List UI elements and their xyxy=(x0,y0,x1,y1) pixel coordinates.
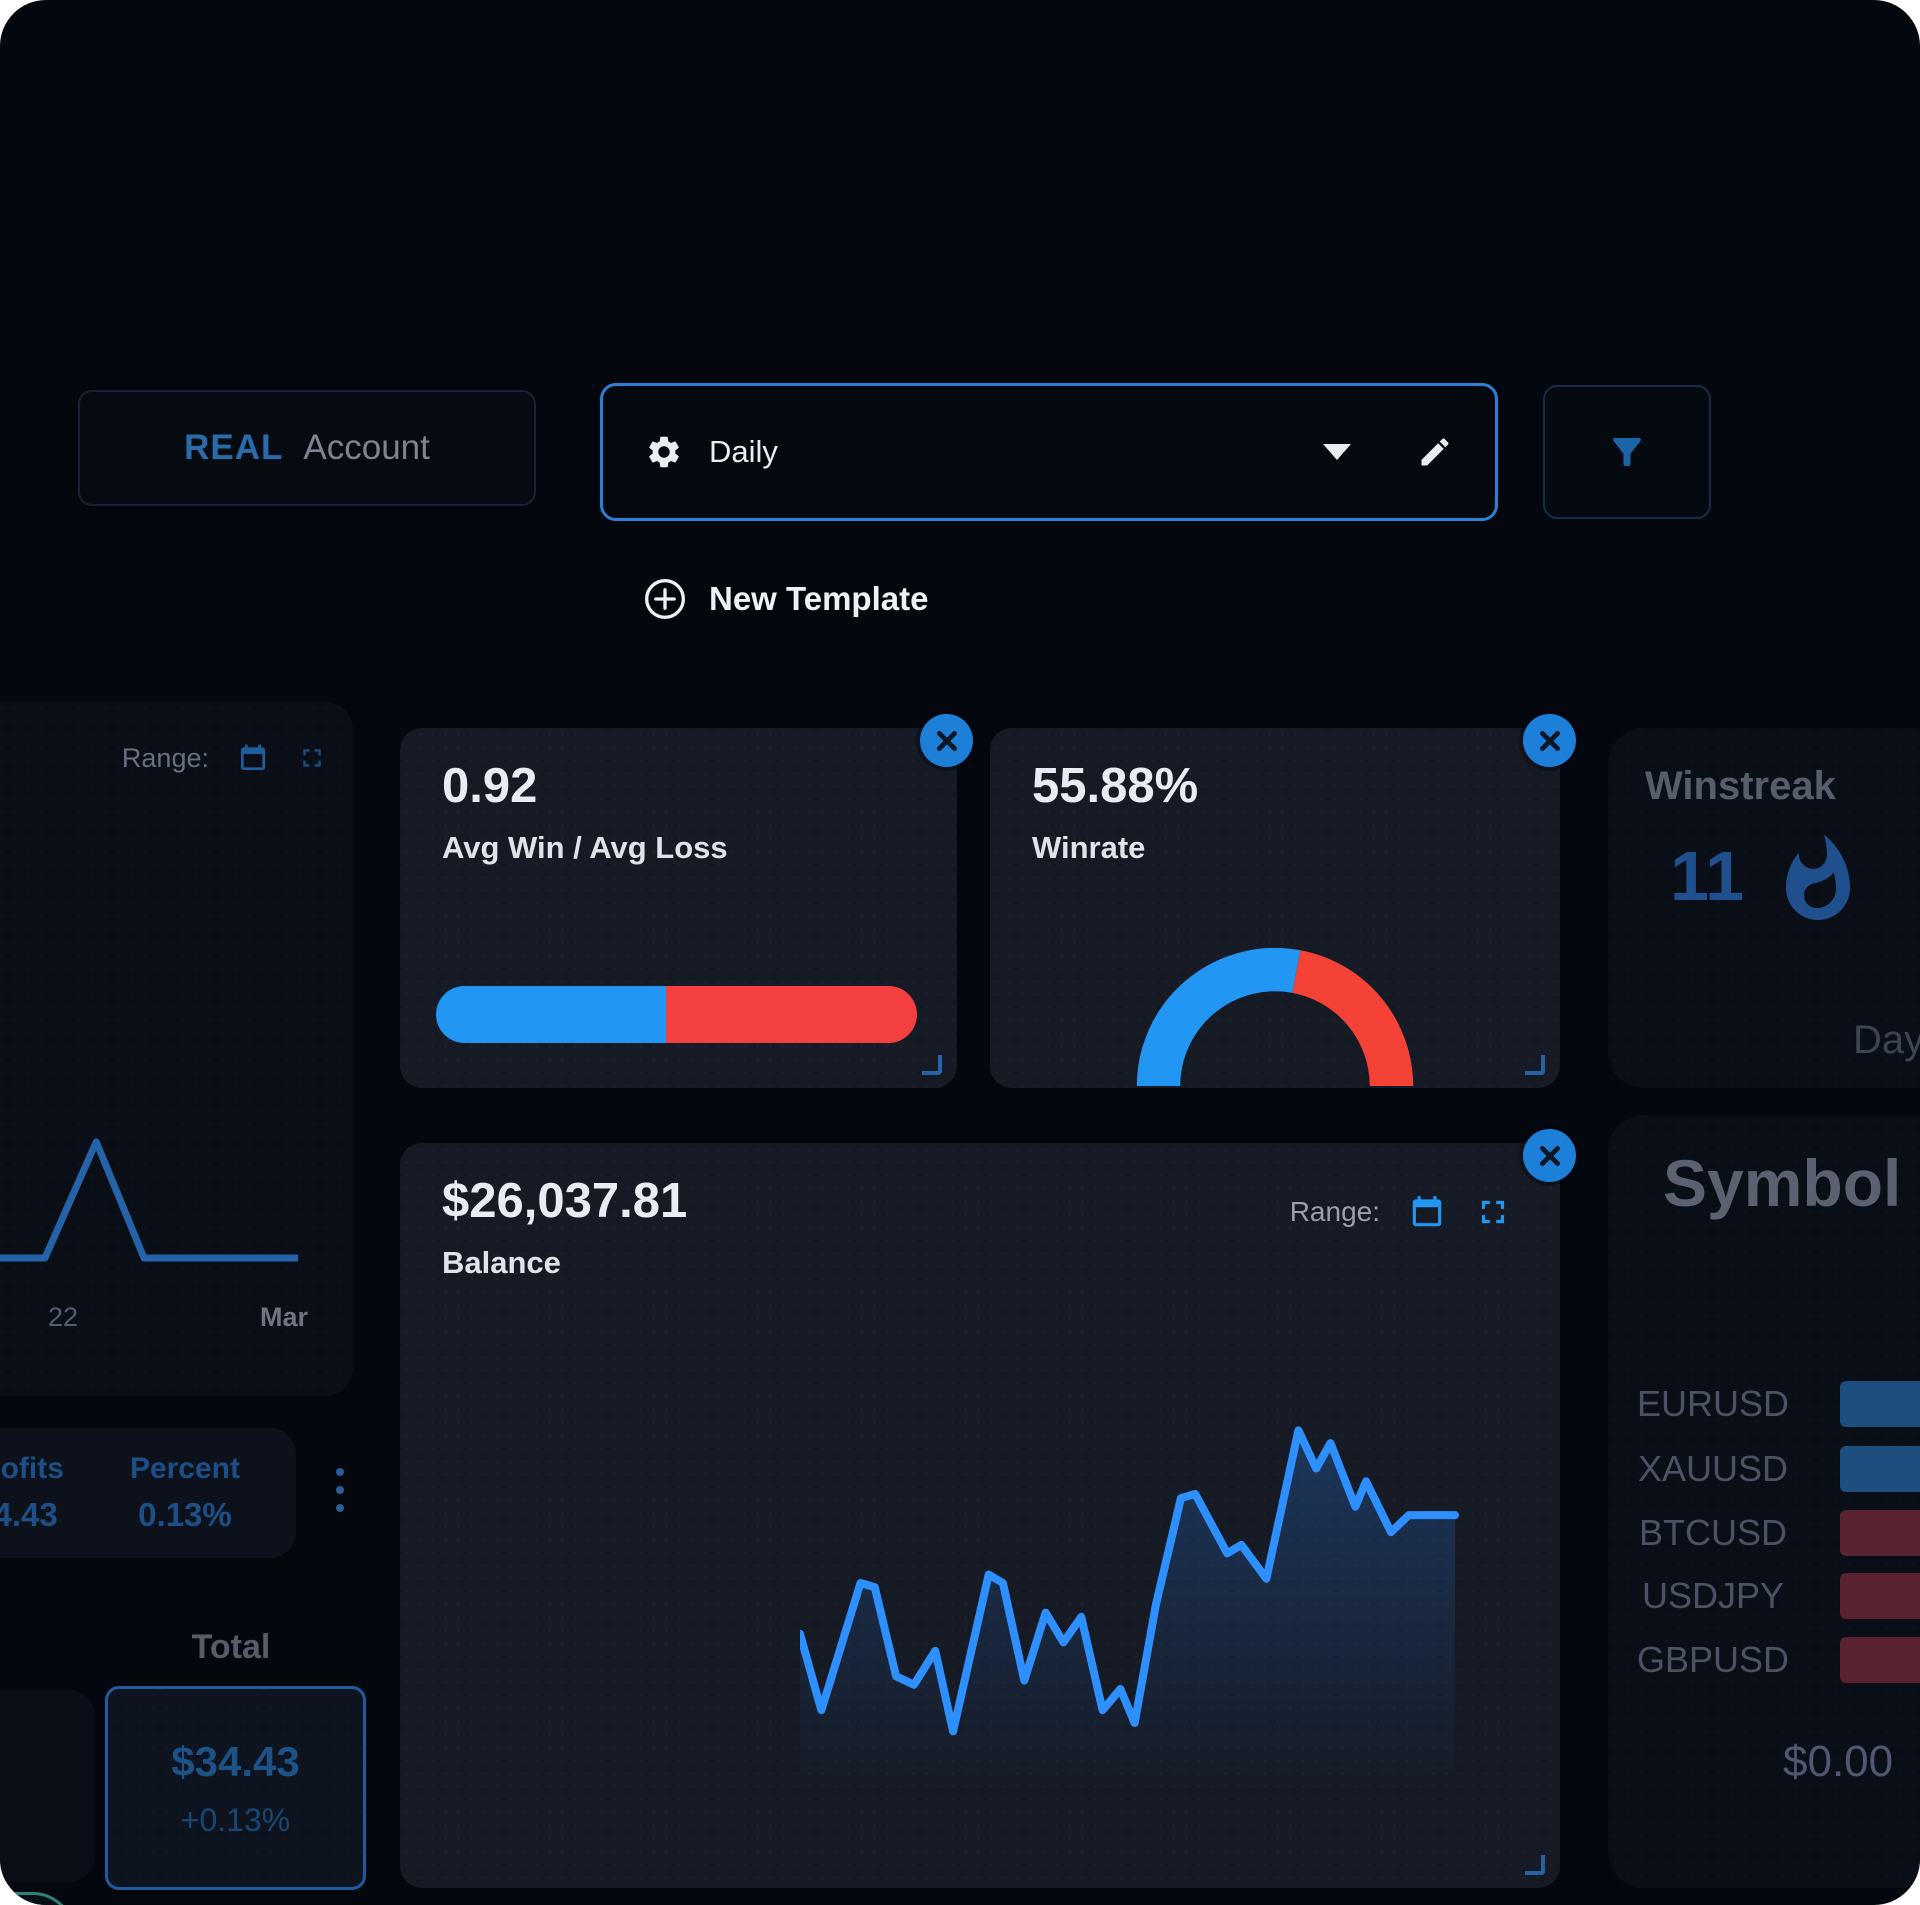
gear-icon xyxy=(645,433,683,471)
flame-icon xyxy=(1770,832,1866,928)
account-type-account-label: Account xyxy=(303,428,429,468)
total-heading: Total xyxy=(100,1628,362,1667)
symbol-net-bar xyxy=(1840,1381,1920,1427)
total-change: +0.13% xyxy=(181,1802,290,1839)
symbol-row: EURUSD xyxy=(1608,1383,1920,1433)
symbol-net-total: $0.00 xyxy=(1783,1737,1893,1787)
close-card-button[interactable] xyxy=(1523,1129,1576,1182)
range-label: Range: xyxy=(1290,1196,1380,1228)
account-type-toggle[interactable]: REAL Account xyxy=(78,390,536,506)
symbol-row: BTCUSD xyxy=(1608,1512,1920,1562)
total-value: $34.43 xyxy=(171,1738,299,1786)
plus-circle-icon xyxy=(643,577,687,621)
avg-win-loss-label: Avg Win / Avg Loss xyxy=(442,830,728,866)
range-label: Range: xyxy=(122,743,209,774)
winstreak-card: Winstreak 11 Days xyxy=(1608,728,1920,1088)
winstreak-unit: Days xyxy=(1853,1018,1920,1063)
win-bar-segment xyxy=(436,986,666,1043)
symbol-row: XAUUSD xyxy=(1608,1448,1920,1498)
resize-handle[interactable] xyxy=(1525,1055,1545,1075)
symbol-net-card: Symbol Net EURUSD XAUUSD BTCUSD USDJPY G… xyxy=(1608,1115,1920,1888)
range-row: Range: xyxy=(122,742,327,774)
symbol-label: USDJPY xyxy=(1618,1575,1808,1617)
symbol-net-bar xyxy=(1840,1573,1920,1619)
adjacent-card-corner xyxy=(0,1892,75,1905)
new-template-label: New Template xyxy=(709,580,928,618)
symbol-net-bar xyxy=(1840,1446,1920,1492)
symbol-row: GBPUSD xyxy=(1608,1639,1920,1689)
edit-template-icon[interactable] xyxy=(1417,434,1453,470)
winrate-gauge-chart xyxy=(1127,938,1423,1088)
profits-percent-panel: Profits 34.43 Percent 0.13% xyxy=(0,1428,296,1558)
fullscreen-icon[interactable] xyxy=(1474,1193,1512,1231)
range-row: Range: xyxy=(1290,1193,1512,1231)
total-card: $34.43 +0.13% xyxy=(105,1686,366,1890)
avg-win-loss-value: 0.92 xyxy=(442,758,537,814)
resize-handle[interactable] xyxy=(1525,1855,1545,1875)
calendar-icon[interactable] xyxy=(237,742,269,774)
avg-win-loss-card: 0.92 Avg Win / Avg Loss xyxy=(400,728,957,1088)
new-template-button[interactable]: New Template xyxy=(643,566,928,632)
symbol-label: EURUSD xyxy=(1618,1383,1808,1425)
profits-label: Profits xyxy=(0,1452,64,1486)
percent-column: Percent 0.13% xyxy=(130,1452,240,1534)
percent-label: Percent xyxy=(130,1452,240,1486)
symbol-label: GBPUSD xyxy=(1618,1639,1808,1681)
winstreak-title: Winstreak xyxy=(1645,764,1836,809)
profits-column: Profits 34.43 xyxy=(0,1452,64,1534)
symbol-row: USDJPY xyxy=(1608,1575,1920,1625)
chevron-down-icon xyxy=(1323,444,1351,460)
kebab-menu-icon[interactable] xyxy=(330,1462,350,1518)
template-select-value: Daily xyxy=(709,434,778,470)
percent-value: 0.13% xyxy=(130,1496,240,1534)
profit-spark-card: Range: 22 Mar xyxy=(0,702,353,1396)
account-type-real-label: REAL xyxy=(184,428,283,468)
loss-bar-segment xyxy=(666,986,917,1043)
resize-handle[interactable] xyxy=(922,1055,942,1075)
close-card-button[interactable] xyxy=(920,714,973,767)
adjacent-card-edge xyxy=(0,1690,95,1882)
winstreak-value: 11 xyxy=(1670,836,1744,916)
symbol-card-title: Symbol Net xyxy=(1663,1145,1920,1221)
winrate-label: Winrate xyxy=(1032,830,1145,866)
balance-card: $26,037.81 Balance Range: xyxy=(400,1143,1560,1888)
filter-button[interactable] xyxy=(1543,385,1711,519)
x-axis-label-start: 22 xyxy=(48,1302,78,1333)
symbol-label: XAUUSD xyxy=(1618,1448,1808,1490)
winrate-value: 55.88% xyxy=(1032,758,1198,814)
winrate-card: 55.88% Winrate xyxy=(990,728,1560,1088)
template-select-dropdown[interactable]: Daily xyxy=(600,383,1498,521)
dashboard-root: REAL Account Daily New Template Range: xyxy=(0,0,1920,1905)
symbol-net-bar xyxy=(1840,1637,1920,1683)
funnel-icon xyxy=(1606,431,1648,473)
balance-line-chart xyxy=(800,1371,1512,1795)
balance-value: $26,037.81 xyxy=(442,1173,687,1229)
x-axis-label-end: Mar xyxy=(260,1302,308,1333)
calendar-icon[interactable] xyxy=(1408,1193,1446,1231)
profit-sparkline-chart xyxy=(0,1130,298,1262)
symbol-net-bar xyxy=(1840,1510,1920,1556)
profits-value: 34.43 xyxy=(0,1496,64,1534)
symbol-label: BTCUSD xyxy=(1618,1512,1808,1554)
win-loss-ratio-bar xyxy=(436,986,917,1043)
balance-label: Balance xyxy=(442,1245,561,1281)
fullscreen-icon[interactable] xyxy=(297,743,327,773)
close-card-button[interactable] xyxy=(1523,714,1576,767)
